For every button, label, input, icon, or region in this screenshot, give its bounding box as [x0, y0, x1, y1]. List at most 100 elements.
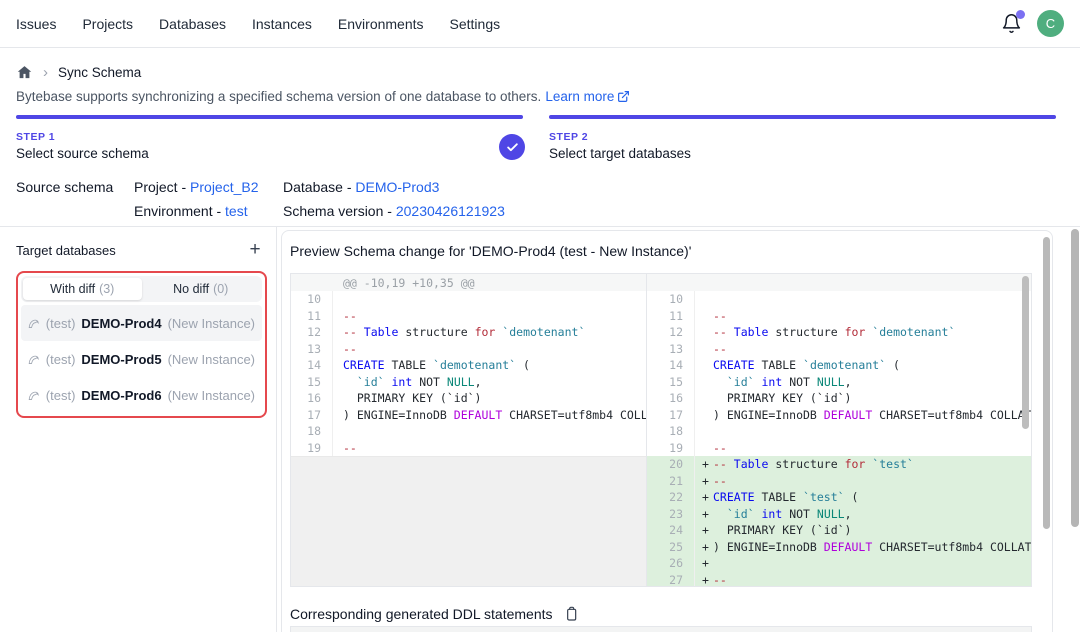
copy-ddl-button[interactable]	[562, 605, 580, 623]
schema-diff-editor[interactable]: @@ -10,19 +10,35 @@ 1011--12-- Table str…	[290, 273, 1032, 587]
learn-more-link[interactable]: Learn more	[545, 89, 630, 104]
diff-prefix	[695, 357, 710, 374]
target-database-item[interactable]: (test) DEMO-Prod6 (New Instance)	[21, 377, 262, 413]
diff-line: 17) ENGINE=InnoDB DEFAULT CHARSET=utf8mb…	[647, 407, 1031, 424]
nav-link-environments[interactable]: Environments	[338, 16, 424, 32]
intro-description: Bytebase supports synchronizing a specif…	[16, 89, 541, 104]
source-schema-summary: Source schema Project - Project_B2 Datab…	[16, 179, 1064, 219]
target-database-item[interactable]: (test) DEMO-Prod5 (New Instance)	[21, 341, 262, 377]
line-number: 19	[647, 440, 695, 457]
diff-line: 15 `id` int NOT NULL,	[647, 374, 1031, 391]
mysql-icon	[28, 352, 40, 367]
code-text: CREATE TABLE `demotenant` (	[333, 357, 530, 374]
external-link-icon	[617, 90, 630, 103]
db-environment: (test)	[46, 388, 76, 403]
mysql-icon	[28, 388, 40, 403]
code-text: --	[710, 308, 727, 325]
page-scrollbar-thumb[interactable]	[1071, 229, 1079, 527]
line-number: 25	[647, 539, 695, 556]
avatar[interactable]: C	[1037, 10, 1064, 37]
diff-prefix: +	[695, 473, 710, 490]
code-text: PRIMARY KEY (`id`)	[333, 390, 481, 407]
target-database-item[interactable]: (test) DEMO-Prod4 (New Instance)	[21, 305, 262, 341]
nav-link-databases[interactable]: Databases	[159, 16, 226, 32]
diff-prefix: +	[695, 555, 710, 572]
db-name: DEMO-Prod4	[81, 316, 161, 331]
diff-line: 16 PRIMARY KEY (`id`)	[647, 390, 1031, 407]
line-number: 16	[291, 390, 333, 407]
diff-prefix	[695, 308, 710, 325]
diff-filter-tab[interactable]: No diff (0)	[142, 278, 261, 300]
diff-line: 19 --	[647, 440, 1031, 457]
line-number: 10	[647, 291, 695, 308]
diff-line: 23+ `id` int NOT NULL,	[647, 506, 1031, 523]
db-suffix: (New Instance)	[168, 316, 255, 331]
code-text: `id` int NOT NULL,	[710, 506, 852, 523]
target-databases-panel: Target databases + With diff (3) No diff…	[0, 227, 277, 632]
diff-prefix: +	[695, 506, 710, 523]
diff-line: 11--	[647, 308, 1031, 325]
source-environment-field: Environment - test	[134, 203, 283, 219]
diff-line: 12-- Table structure for `demotenant`	[647, 324, 1031, 341]
notification-dot	[1016, 10, 1025, 19]
nav-link-projects[interactable]: Projects	[82, 16, 133, 32]
preview-area: Preview Schema change for 'DEMO-Prod4 (t…	[277, 227, 1080, 632]
line-number: 16	[647, 390, 695, 407]
line-number: 27	[647, 572, 695, 587]
diff-line: 26+	[647, 555, 1031, 572]
tab-label: No diff	[173, 282, 209, 296]
code-text: --	[710, 572, 727, 587]
diff-filler-region	[291, 456, 646, 586]
source-schema-version-field: Schema version - 20230426121923	[283, 203, 1064, 219]
notifications-bell-button[interactable]	[1001, 13, 1023, 35]
code-text	[710, 423, 713, 440]
code-text: --	[710, 440, 727, 457]
diff-pane-modified: 1011--12-- Table structure for `demotena…	[647, 274, 1031, 586]
preview-card: Preview Schema change for 'DEMO-Prod4 (t…	[281, 230, 1053, 632]
database-link[interactable]: DEMO-Prod3	[355, 179, 439, 195]
preview-card-scrollbar-thumb[interactable]	[1043, 237, 1050, 529]
line-number: 22	[647, 489, 695, 506]
field-name: Project	[134, 179, 178, 195]
nav-link-issues[interactable]: Issues	[16, 16, 56, 32]
diff-prefix: +	[695, 572, 710, 587]
line-number: 11	[291, 308, 333, 325]
diff-line: 12-- Table structure for `demotenant`	[291, 324, 646, 341]
add-target-database-button[interactable]: +	[243, 238, 267, 262]
diff-line: 13--	[647, 341, 1031, 358]
environment-link[interactable]: test	[225, 203, 248, 219]
diff-line: 18	[647, 423, 1031, 440]
nav-link-instances[interactable]: Instances	[252, 16, 312, 32]
code-text: ) ENGINE=InnoDB DEFAULT CHARSET=utf8mb4 …	[710, 407, 1031, 424]
code-text: PRIMARY KEY (`id`)	[710, 390, 851, 407]
diff-filter-tab[interactable]: With diff (3)	[23, 278, 142, 300]
code-text: -- Table structure for `demotenant`	[333, 324, 585, 341]
top-nav: Issues Projects Databases Instances Envi…	[0, 0, 1080, 48]
code-text: `id` int NOT NULL,	[710, 374, 852, 391]
nav-link-settings[interactable]: Settings	[450, 16, 501, 32]
diff-hunk-header: @@ -10,19 +10,35 @@	[291, 274, 646, 291]
breadcrumb-separator-icon: ›	[43, 65, 48, 80]
diff-line: 21+--	[647, 473, 1031, 490]
ddl-section-header: Corresponding generated DDL statements	[290, 605, 1044, 623]
schema-version-link[interactable]: 20230426121923	[396, 203, 505, 219]
diff-modified-lines: 1011--12-- Table structure for `demotena…	[647, 291, 1031, 586]
project-link[interactable]: Project_B2	[190, 179, 258, 195]
line-number: 26	[647, 555, 695, 572]
diff-prefix	[695, 341, 710, 358]
tab-count: (3)	[99, 282, 114, 296]
tab-label: With diff	[50, 282, 95, 296]
hunk-header-text: @@ -10,19 +10,35 @@	[291, 276, 475, 290]
mysql-icon	[28, 316, 40, 331]
code-text: CREATE TABLE `test` (	[710, 489, 858, 506]
home-icon[interactable]	[16, 64, 33, 81]
learn-more-label: Learn more	[545, 89, 614, 104]
db-name: DEMO-Prod6	[81, 388, 161, 403]
code-text: -- Table structure for `demotenant`	[710, 324, 955, 341]
diff-prefix: +	[695, 539, 710, 556]
diff-prefix	[695, 407, 710, 424]
line-number: 19	[291, 440, 333, 457]
ddl-label: Corresponding generated DDL statements	[290, 606, 553, 622]
breadcrumb: › Sync Schema	[16, 48, 1064, 81]
editor-scrollbar-thumb[interactable]	[1022, 276, 1029, 429]
